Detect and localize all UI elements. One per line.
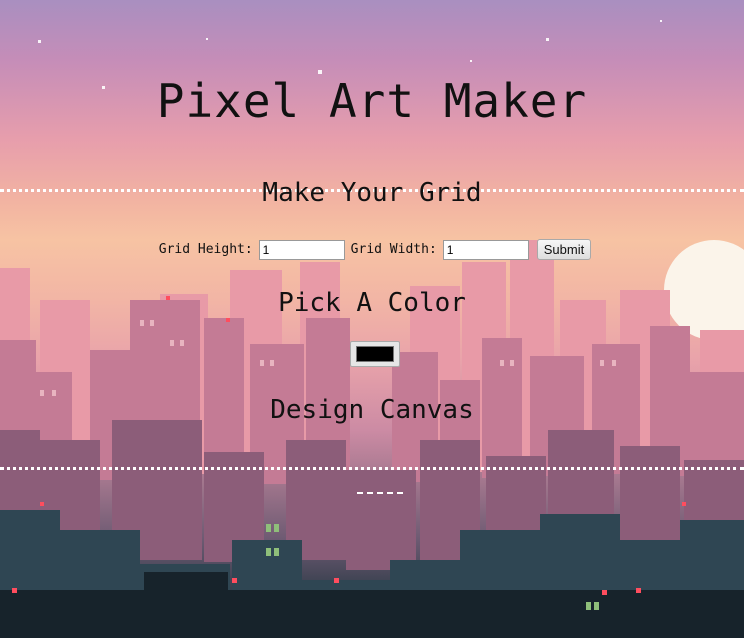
bottom-divider [0,467,744,470]
grid-size-form: Grid Height: Grid Width: Submit [0,239,744,260]
grid-height-label: Grid Height: [158,242,253,257]
page-title: Pixel Art Maker [156,74,588,128]
color-picker[interactable] [350,341,400,367]
submit-button[interactable]: Submit [536,239,592,260]
selected-color-swatch [356,346,394,362]
grid-width-label: Grid Width: [350,242,437,257]
pixel-canvas[interactable] [357,492,403,504]
grid-width-input[interactable] [442,239,529,260]
make-grid-heading: Make Your Grid [262,178,482,208]
design-canvas-heading: Design Canvas [270,395,474,425]
pick-color-heading: Pick A Color [278,288,466,318]
page-content: Pixel Art Maker Make Your Grid Grid Heig… [0,0,744,638]
grid-height-input[interactable] [258,239,345,260]
